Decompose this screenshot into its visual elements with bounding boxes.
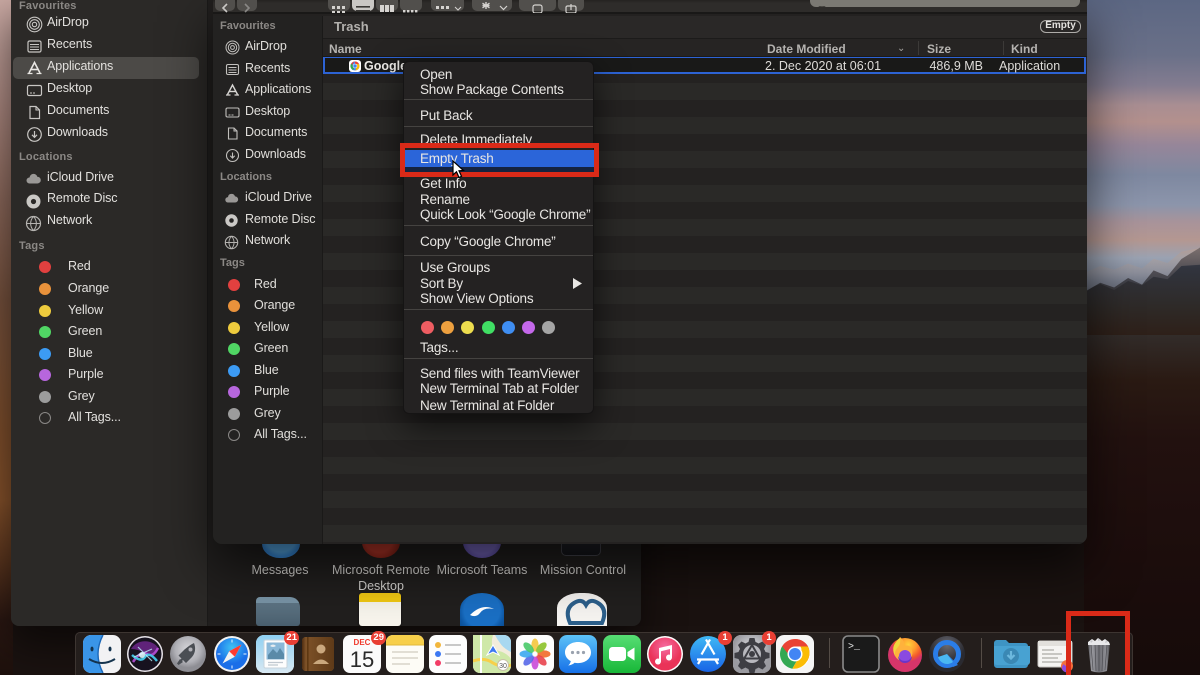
svg-text:15: 15	[350, 647, 374, 672]
svg-text:DEC: DEC	[354, 638, 371, 647]
svg-text:30: 30	[499, 663, 507, 670]
svg-text:>_: >_	[848, 642, 861, 653]
